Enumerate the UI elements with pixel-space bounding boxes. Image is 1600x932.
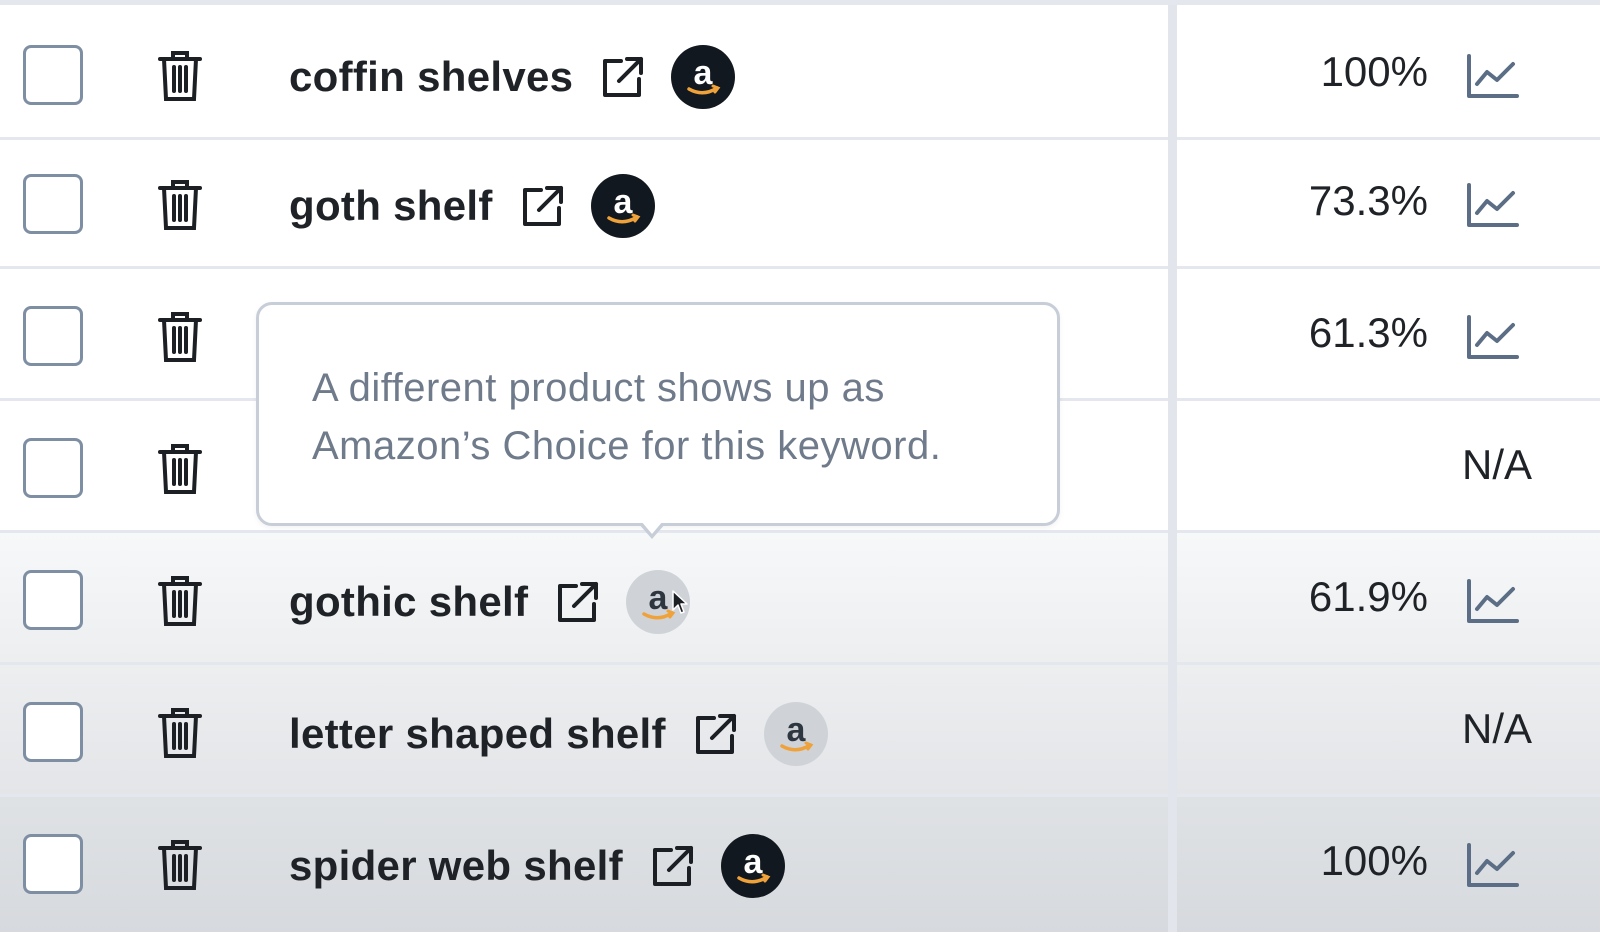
score-value: 61.9% — [1308, 573, 1428, 620]
trend-chart-icon[interactable] — [1465, 841, 1521, 889]
svg-text:a: a — [694, 54, 714, 92]
amazon-choice-tooltip: A different product shows up as Amazon’s… — [256, 302, 1060, 526]
external-link-icon[interactable] — [554, 578, 602, 626]
keyword-label: goth shelf — [289, 182, 493, 229]
keyword-cell: coffin shelves a — [289, 45, 736, 109]
keyword-cell: gothic shelf a — [289, 570, 691, 634]
amazon-choice-icon[interactable]: a — [763, 702, 828, 766]
table-row: gothic shelf a 61.9% — [0, 533, 1600, 665]
row-checkbox[interactable] — [23, 438, 83, 498]
trash-icon[interactable] — [156, 574, 204, 628]
trash-icon[interactable] — [156, 178, 204, 232]
column-divider — [1168, 5, 1177, 932]
trash-icon[interactable] — [156, 706, 204, 760]
trend-chart-icon[interactable] — [1465, 181, 1521, 229]
score-value: 73.3% — [1308, 177, 1428, 224]
svg-text:a: a — [613, 183, 633, 221]
keyword-cell: letter shaped shelf a — [289, 702, 828, 766]
table-row: spider web shelf a 100% — [0, 797, 1600, 932]
score-value: 61.3% — [1308, 309, 1428, 356]
amazon-choice-icon[interactable]: a — [590, 174, 655, 238]
external-link-icon[interactable] — [692, 710, 740, 758]
table-row: coffin shelves a 100% — [0, 8, 1600, 140]
keyword-label: gothic shelf — [289, 578, 529, 625]
table-row: goth shelf a 73.3% — [0, 137, 1600, 269]
svg-text:a: a — [786, 711, 806, 749]
row-checkbox[interactable] — [23, 834, 83, 894]
keyword-label: spider web shelf — [289, 842, 623, 889]
row-checkbox[interactable] — [23, 174, 83, 234]
svg-text:a: a — [743, 843, 763, 881]
amazon-choice-icon[interactable]: a — [720, 834, 785, 898]
row-checkbox[interactable] — [23, 702, 83, 762]
trend-chart-icon[interactable] — [1465, 577, 1521, 625]
keyword-label: coffin shelves — [289, 53, 574, 100]
external-link-icon[interactable] — [519, 182, 567, 230]
trend-chart-icon[interactable] — [1465, 52, 1521, 100]
svg-text:a: a — [649, 579, 669, 617]
score-value: 100% — [1320, 837, 1428, 884]
trash-icon[interactable] — [156, 49, 204, 103]
trend-chart-icon[interactable] — [1465, 313, 1521, 361]
table-row: letter shaped shelf a N/A — [0, 665, 1600, 797]
tooltip-text: A different product shows up as Amazon’s… — [312, 366, 942, 468]
amazon-choice-icon[interactable]: a — [671, 45, 736, 109]
keyword-label: letter shaped shelf — [289, 710, 666, 757]
trash-icon[interactable] — [156, 310, 204, 364]
trash-icon[interactable] — [156, 442, 204, 496]
external-link-icon[interactable] — [599, 53, 647, 101]
mouse-cursor-icon — [672, 590, 688, 614]
row-checkbox[interactable] — [23, 306, 83, 366]
trash-icon[interactable] — [156, 838, 204, 892]
row-checkbox[interactable] — [23, 570, 83, 630]
score-value: 100% — [1320, 48, 1428, 95]
keyword-table: coffin shelves a 100% goth shelf a 73.3%… — [0, 0, 1600, 932]
score-value: N/A — [1461, 441, 1532, 488]
external-link-icon[interactable] — [649, 842, 697, 890]
keyword-cell: spider web shelf a — [289, 834, 785, 898]
score-value: N/A — [1461, 705, 1532, 752]
row-checkbox[interactable] — [23, 45, 83, 105]
tooltip-arrow-fill — [641, 521, 663, 534]
keyword-cell: goth shelf a — [289, 174, 655, 238]
